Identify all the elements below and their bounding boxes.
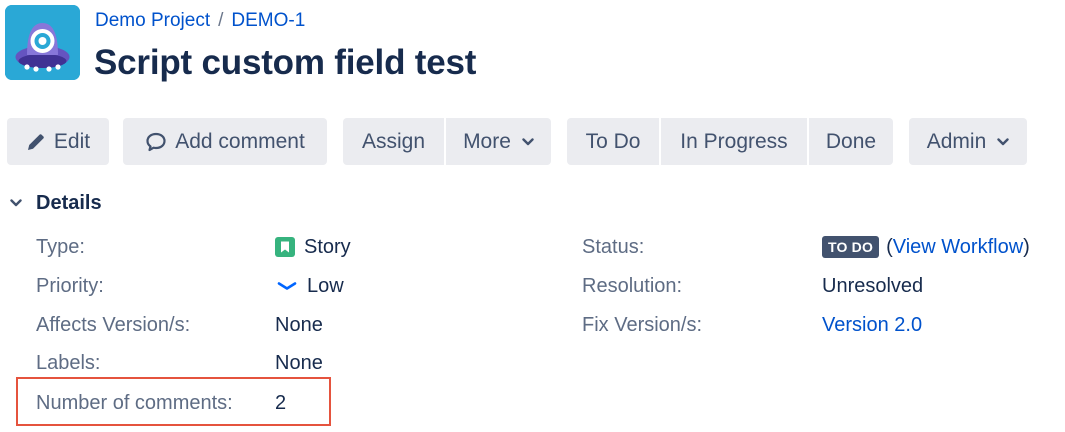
resolution-label: Resolution: [582, 275, 683, 297]
issue-toolbar: Edit Add comment Assign More To Do In Pr… [0, 118, 1065, 165]
more-button-label: More [463, 130, 511, 153]
pencil-icon [26, 132, 46, 152]
in-progress-transition-label: In Progress [680, 130, 788, 153]
affects-version-value: None [275, 314, 323, 336]
assign-button[interactable]: Assign [343, 118, 444, 165]
done-transition-label: Done [825, 130, 877, 153]
chevron-down-icon [7, 199, 25, 207]
breadcrumb-project-link[interactable]: Demo Project [95, 10, 210, 31]
type-value: Story [275, 234, 351, 260]
project-avatar-icon[interactable] [5, 5, 80, 80]
type-label: Type: [36, 236, 85, 258]
priority-low-icon [277, 281, 297, 291]
highlight-annotation [16, 377, 331, 426]
edit-button-label: Edit [53, 130, 91, 153]
type-value-text: Story [304, 236, 351, 258]
view-workflow-link[interactable]: View Workflow [893, 234, 1023, 260]
breadcrumb-issue-key-link[interactable]: DEMO-1 [231, 10, 305, 31]
story-icon [275, 237, 295, 257]
affects-version-label: Affects Version/s: [36, 314, 191, 336]
chevron-down-icon [522, 137, 534, 146]
details-heading: Details [36, 191, 102, 214]
add-comment-button-label: Add comment [175, 130, 305, 153]
edit-button[interactable]: Edit [7, 118, 109, 165]
assign-button-label: Assign [361, 130, 426, 153]
priority-value: Low [277, 273, 344, 299]
status-label: Status: [582, 236, 645, 258]
more-button[interactable]: More [446, 118, 551, 165]
add-comment-button[interactable]: Add comment [123, 118, 327, 165]
details-toggle[interactable]: Details [7, 190, 102, 216]
paren-open: ( [886, 236, 893, 258]
priority-value-text: Low [307, 275, 344, 297]
page-title[interactable]: Script custom field test [94, 40, 476, 86]
priority-label: Priority: [36, 275, 104, 297]
done-transition-button[interactable]: Done [809, 118, 893, 165]
admin-button-label: Admin [926, 130, 987, 153]
paren-close: ) [1023, 236, 1030, 258]
issue-view: Demo Project / DEMO-1 Script custom field … [0, 0, 1065, 432]
fix-version-link[interactable]: Version 2.0 [822, 312, 922, 338]
status-value: TO DO (View Workflow) [822, 234, 1030, 260]
chevron-down-icon [997, 137, 1009, 146]
fix-version-label: Fix Version/s: [582, 314, 703, 336]
labels-value: None [275, 352, 323, 374]
comment-icon [145, 131, 167, 153]
in-progress-transition-button[interactable]: In Progress [661, 118, 807, 165]
status-badge: TO DO [822, 236, 880, 258]
breadcrumb-separator: / [218, 10, 224, 31]
breadcrumb: Demo Project / DEMO-1 [95, 8, 305, 34]
resolution-value: Unresolved [822, 275, 924, 297]
admin-button[interactable]: Admin [909, 118, 1027, 165]
todo-transition-button[interactable]: To Do [567, 118, 659, 165]
labels-label: Labels: [36, 352, 101, 374]
todo-transition-label: To Do [585, 130, 641, 153]
